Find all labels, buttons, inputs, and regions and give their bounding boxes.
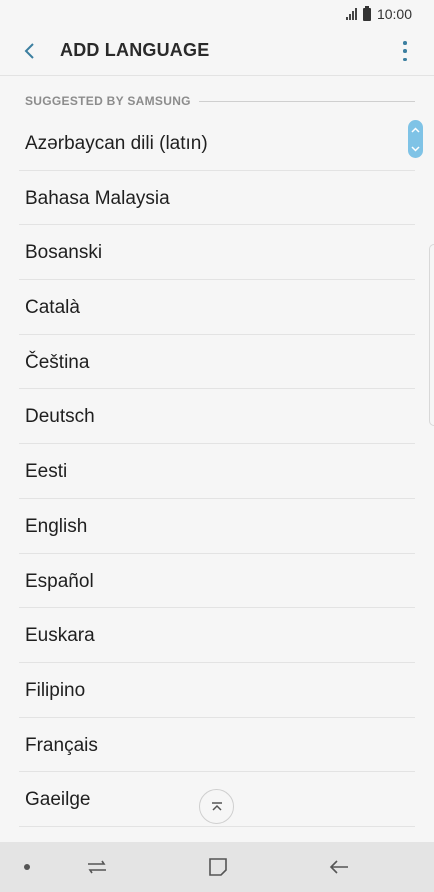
section-header: SUGGESTED BY SAMSUNG [25,92,415,110]
list-item[interactable]: Filipino [0,663,434,718]
list-item[interactable]: Deutsch [0,389,434,445]
list-item[interactable]: Azərbaycan dili (latın) [0,116,434,171]
list-item[interactable]: Català [0,280,434,335]
scroll-to-top-button[interactable] [199,789,234,824]
nav-back-button[interactable] [325,854,353,880]
chevron-down-icon [411,145,420,152]
home-button[interactable] [204,854,232,880]
nav-back-icon [329,860,348,874]
edge-panel-handle[interactable] [429,244,434,426]
language-label: English [25,515,88,537]
header-divider [0,75,434,76]
status-bar: 10:00 [0,0,434,28]
status-time: 10:00 [376,6,412,22]
scroll-top-icon [211,801,222,811]
language-label: Bahasa Malaysia [25,187,170,209]
navigation-bar [0,842,434,892]
language-label: Español [25,570,94,592]
list-item[interactable]: Eesti [0,444,434,499]
app-bar: ADD LANGUAGE [0,28,434,74]
page-title: ADD LANGUAGE [60,40,210,60]
list-item[interactable]: Bahasa Malaysia [0,171,434,226]
recents-icon [88,860,106,874]
language-list: Azərbaycan dili (latın) Bahasa Malaysia … [0,116,434,827]
list-item[interactable]: Čeština [0,335,434,390]
language-label: Azərbaycan dili (latın) [25,133,208,154]
fast-scroll-thumb[interactable] [408,120,423,158]
language-label: Filipino [25,679,86,701]
signal-icon [345,8,357,20]
language-label: Euskara [25,625,95,647]
section-divider [198,100,415,102]
chevron-up-icon [411,126,420,133]
home-icon [209,858,227,876]
section-label: SUGGESTED BY SAMSUNG [25,94,191,108]
more-vertical-icon [403,41,407,45]
language-label: Deutsch [25,406,95,428]
recents-button[interactable] [83,854,111,880]
language-label: Eesti [25,461,68,483]
language-label: Bosanski [25,242,103,264]
language-label: Català [25,297,80,319]
more-options-button[interactable] [398,38,412,64]
list-item[interactable]: Français [0,718,434,773]
list-item[interactable]: English [0,499,434,554]
list-item[interactable]: Euskara [0,608,434,663]
list-item[interactable]: Bosanski [0,225,434,281]
list-item[interactable]: Español [0,554,434,609]
battery-icon [362,5,371,21]
back-button[interactable] [16,36,46,66]
language-label: Français [25,734,98,756]
language-label: Gaeilge [25,789,91,811]
keyboard-dot-icon[interactable] [24,864,30,870]
arrow-left-icon [24,43,34,59]
language-label: Čeština [25,351,90,373]
